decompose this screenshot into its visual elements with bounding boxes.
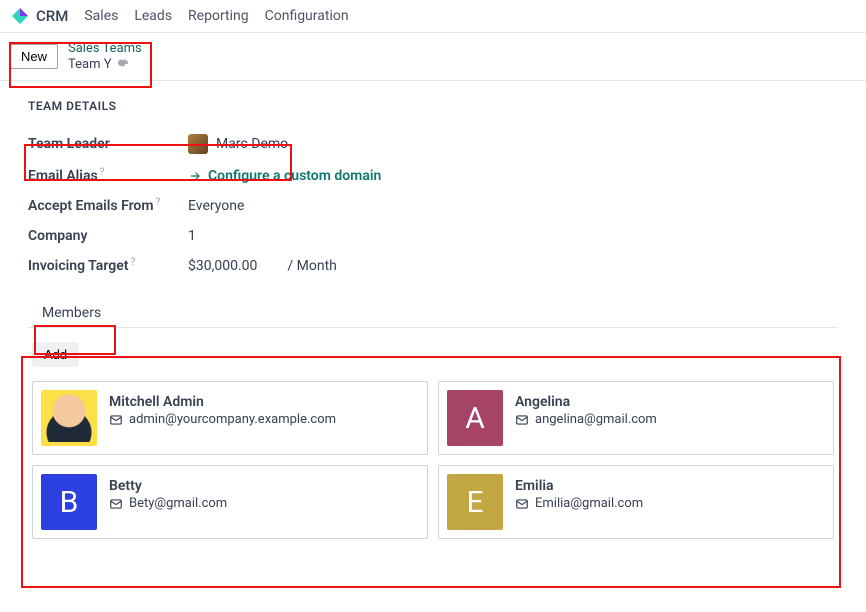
label-email-alias: Email Alias	[28, 168, 98, 184]
member-card[interactable]: E Emilia Emilia@gmail.com	[438, 465, 834, 539]
top-nav: CRM Sales Leads Reporting Configuration	[0, 0, 866, 33]
gear-icon[interactable]	[116, 57, 130, 71]
breadcrumb-current: Team Y	[68, 57, 112, 73]
field-invoicing-target: Invoicing Target ? $30,000.00 / Month	[28, 251, 838, 281]
avatar	[41, 390, 97, 446]
value-team-leader[interactable]: Marc Demo	[216, 136, 288, 152]
section-title: TEAM DETAILS	[28, 99, 838, 113]
form-content: TEAM DETAILS Team Leader Marc Demo Email…	[0, 81, 866, 575]
help-icon[interactable]: ?	[156, 197, 161, 208]
member-name: Betty	[109, 478, 227, 494]
mail-icon	[109, 413, 123, 427]
nav-leads[interactable]: Leads	[134, 8, 172, 24]
value-company[interactable]: 1	[188, 228, 196, 244]
configure-domain-link[interactable]: Configure a custom domain	[188, 168, 381, 184]
member-name: Mitchell Admin	[109, 394, 336, 410]
avatar: A	[447, 390, 503, 446]
crm-app-icon	[10, 6, 30, 26]
help-icon[interactable]: ?	[130, 257, 135, 268]
breadcrumb: Sales Teams Team Y	[68, 41, 142, 72]
arrow-right-icon	[188, 169, 202, 183]
member-email: admin@yourcompany.example.com	[129, 412, 336, 427]
new-button[interactable]: New	[10, 44, 58, 69]
mail-icon	[109, 497, 123, 511]
member-email: angelina@gmail.com	[535, 412, 657, 427]
add-button[interactable]: Add	[32, 342, 79, 367]
breadcrumb-parent[interactable]: Sales Teams	[68, 41, 142, 57]
value-invoicing[interactable]: $30,000.00	[188, 258, 257, 274]
mail-icon	[515, 497, 529, 511]
field-team-leader: Team Leader Marc Demo	[28, 127, 838, 161]
field-email-alias: Email Alias ? Configure a custom domain	[28, 161, 838, 191]
app-logo: CRM	[10, 6, 68, 26]
member-name: Emilia	[515, 478, 643, 494]
configure-domain-label: Configure a custom domain	[208, 168, 381, 184]
app-name[interactable]: CRM	[36, 7, 68, 25]
label-company: Company	[28, 228, 188, 244]
breadcrumb-row: New Sales Teams Team Y	[0, 33, 866, 81]
avatar-icon	[188, 134, 208, 154]
field-company: Company 1	[28, 221, 838, 251]
nav-reporting[interactable]: Reporting	[188, 8, 249, 24]
member-card[interactable]: B Betty Bety@gmail.com	[32, 465, 428, 539]
tabs: Members	[28, 299, 838, 327]
tab-members[interactable]: Members	[28, 299, 115, 327]
member-email: Bety@gmail.com	[129, 496, 227, 511]
help-icon[interactable]: ?	[100, 167, 105, 178]
value-invoicing-period: / Month	[287, 258, 336, 274]
label-accept-from: Accept Emails From	[28, 198, 154, 214]
mail-icon	[515, 413, 529, 427]
label-invoicing: Invoicing Target	[28, 258, 128, 274]
nav-sales[interactable]: Sales	[84, 8, 118, 24]
member-card[interactable]: A Angelina angelina@gmail.com	[438, 381, 834, 455]
member-card[interactable]: Mitchell Admin admin@yourcompany.example…	[32, 381, 428, 455]
avatar: E	[447, 474, 503, 530]
member-name: Angelina	[515, 394, 657, 410]
avatar: B	[41, 474, 97, 530]
members-panel: Add Mitchell Admin admin@yourcompany.exa…	[28, 327, 838, 551]
field-accept-from: Accept Emails From ? Everyone	[28, 191, 838, 221]
member-grid: Mitchell Admin admin@yourcompany.example…	[32, 381, 834, 539]
value-accept-from[interactable]: Everyone	[188, 198, 244, 214]
nav-configuration[interactable]: Configuration	[265, 8, 349, 24]
member-email: Emilia@gmail.com	[535, 496, 643, 511]
label-team-leader: Team Leader	[28, 136, 188, 152]
